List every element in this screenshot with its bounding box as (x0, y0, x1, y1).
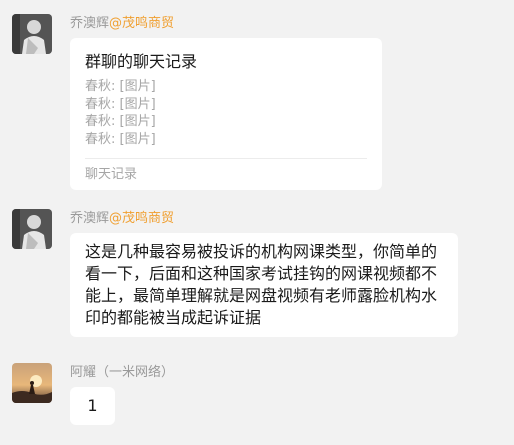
chat-message-list[interactable]: 乔澳辉@茂鸣商贸 群聊的聊天记录 春秋: [图片] 春秋: [图片] 春秋: [… (0, 0, 514, 445)
card-footer-label: 聊天记录 (85, 167, 138, 182)
message-bubble[interactable]: 1 (70, 387, 115, 425)
card-preview-line: 春秋: [图片] (85, 79, 156, 94)
sender-name: 乔澳辉 (70, 211, 110, 226)
sender-label: 乔澳辉@茂鸣商贸 (70, 16, 174, 32)
card-preview-line: 春秋: [图片] (85, 131, 156, 147)
chat-history-card[interactable]: 群聊的聊天记录 春秋: [图片] 春秋: [图片] 春秋: [图片] 春秋: [… (70, 38, 382, 190)
sender-label: 阿耀（一米网络） (70, 365, 174, 381)
card-preview-line: 春秋: [图片] (85, 96, 156, 112)
card-preview-line: 春秋: [图片] (85, 114, 156, 129)
avatar-qiao-aohui[interactable] (12, 14, 52, 54)
sender-org[interactable]: @茂鸣商贸 (109, 16, 174, 31)
sender-name: 乔澳辉 (70, 16, 110, 31)
card-divider (85, 158, 367, 159)
card-title: 群聊的聊天记录 (85, 52, 198, 71)
sender-label: 乔澳辉@茂鸣商贸 (70, 211, 174, 227)
message-bubble[interactable]: 这是几种最容易被投诉的机构网课类型，你简单的看一下，后面和这种国家考试挂钩的网课… (70, 233, 458, 337)
avatar-a-yao[interactable] (12, 363, 52, 403)
sender-name: 阿耀（一米网络） (70, 365, 175, 380)
avatar-qiao-aohui[interactable] (12, 209, 52, 249)
sender-org[interactable]: @茂鸣商贸 (109, 211, 174, 226)
